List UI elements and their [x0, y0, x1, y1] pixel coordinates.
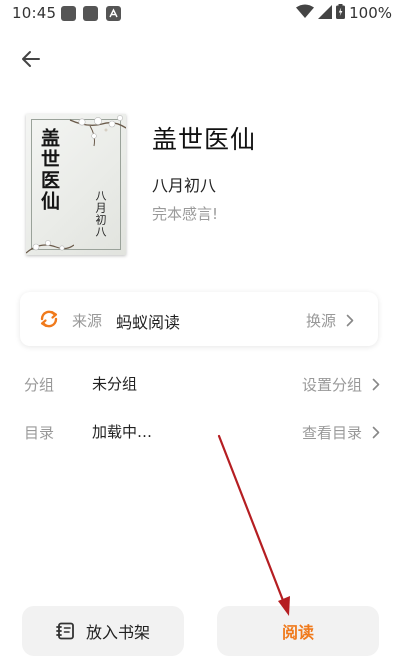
view-toc-button[interactable]: 查看目录: [302, 422, 380, 443]
refresh-icon: [40, 310, 58, 328]
set-group-button[interactable]: 设置分组: [302, 374, 380, 395]
add-to-shelf-button[interactable]: 放入书架: [22, 606, 184, 656]
change-source-label: 换源: [305, 312, 336, 330]
notification-a-icon: [106, 6, 121, 21]
wifi-icon: [296, 4, 315, 23]
toc-value: 加载中…: [92, 423, 153, 441]
chevron-right-icon: [372, 426, 380, 439]
bookshelf-icon: [56, 622, 74, 640]
signal-icon: [318, 4, 333, 23]
group-value: 未分组: [92, 375, 138, 393]
battery-icon: [336, 3, 346, 23]
status-indicators: 100%: [296, 3, 392, 23]
view-toc-label: 查看目录: [301, 424, 362, 442]
battery-percent: 100%: [349, 4, 392, 22]
arrow-left-icon: [22, 51, 40, 67]
plum-blossom-icon: [69, 115, 126, 147]
notification-icon: [83, 6, 98, 21]
add-to-shelf-label: 放入书架: [85, 623, 150, 642]
book-intro: 完本感言!: [152, 205, 219, 223]
status-time: 10:45: [12, 4, 57, 22]
toc-label: 目录: [24, 424, 55, 442]
book-cover[interactable]: 盖世医仙 八月初八: [26, 114, 126, 255]
book-author[interactable]: 八月初八: [152, 172, 216, 196]
book-title: 盖世医仙: [152, 125, 257, 154]
flower-decoration-icon: [26, 240, 74, 254]
notification-icon: [61, 6, 76, 21]
group-row: 分组 未分组 设置分组: [24, 370, 380, 398]
source-value: 蚂蚁阅读: [116, 313, 181, 332]
set-group-label: 设置分组: [301, 376, 362, 394]
back-button[interactable]: [14, 44, 48, 74]
group-label: 分组: [24, 376, 55, 394]
chevron-right-icon: [346, 314, 354, 327]
read-label: 阅读: [281, 623, 314, 642]
read-button[interactable]: 阅读: [217, 606, 379, 656]
chevron-right-icon: [372, 378, 380, 391]
source-card[interactable]: 来源 蚂蚁阅读 换源: [20, 292, 378, 346]
change-source-button[interactable]: 换源: [306, 310, 354, 331]
toc-row: 目录 加载中… 查看目录: [24, 418, 380, 446]
source-label: 来源: [72, 312, 103, 330]
cover-author: 八月初八: [94, 190, 107, 238]
status-bar: 10:45 100%: [0, 0, 400, 28]
cover-title: 盖世医仙: [38, 128, 60, 212]
